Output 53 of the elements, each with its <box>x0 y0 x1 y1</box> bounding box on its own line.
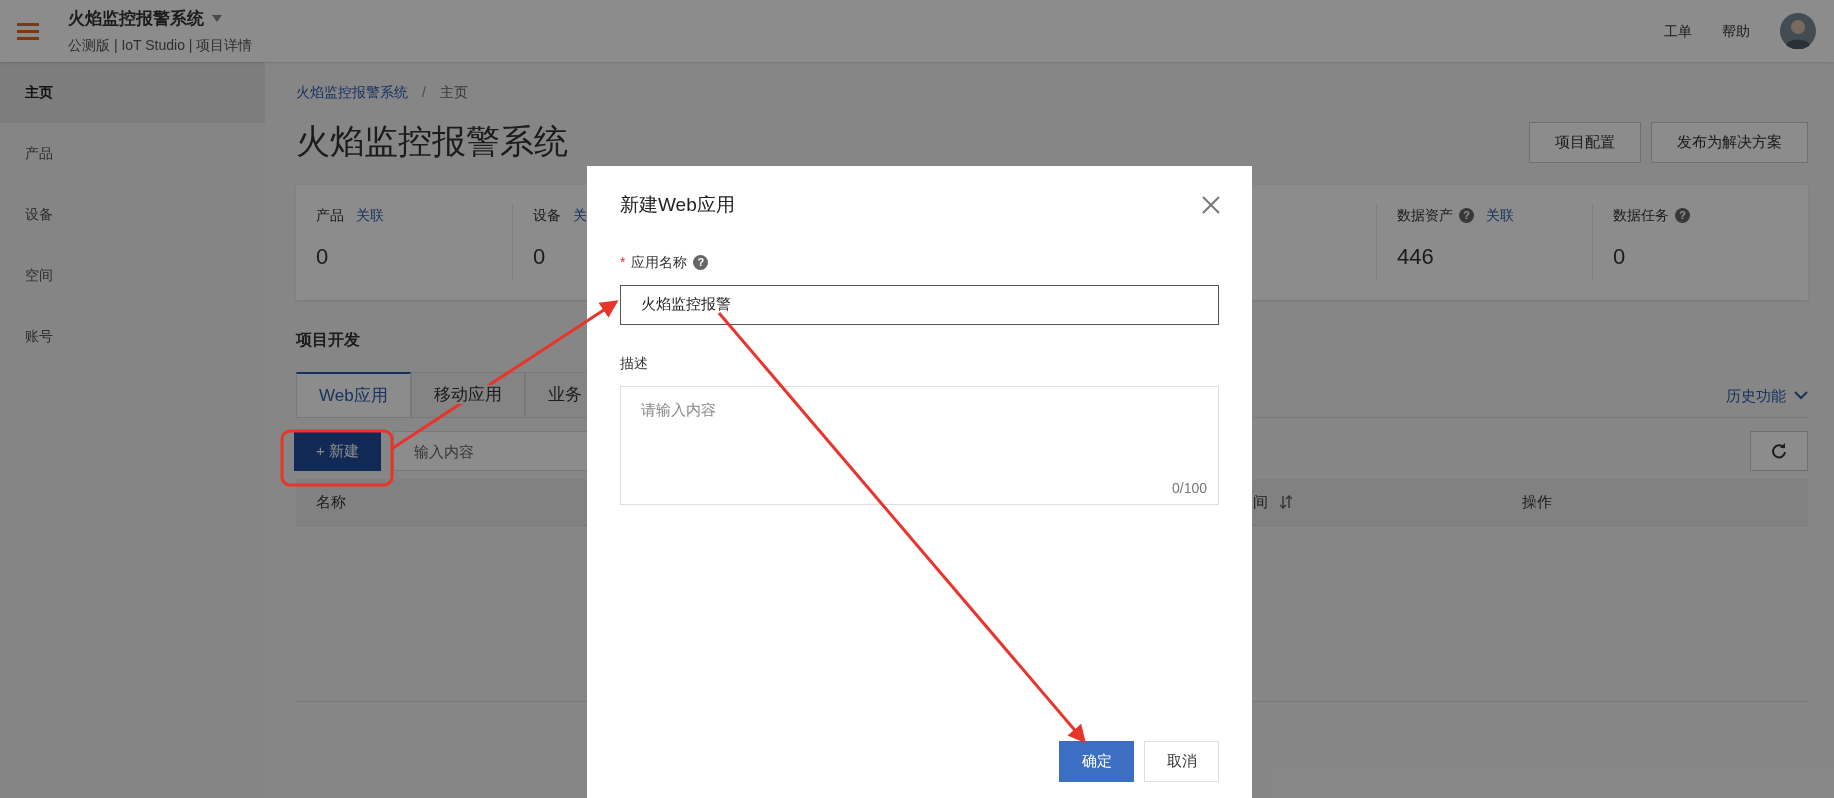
stat-link[interactable]: 关联 <box>356 205 384 226</box>
stat-value: 0 <box>533 243 546 271</box>
menu-icon[interactable] <box>17 22 39 40</box>
column-header: 间 <box>1253 491 1268 512</box>
help-icon[interactable]: ? <box>693 254 709 270</box>
required-mark: * <box>620 252 626 272</box>
refresh-icon <box>1771 443 1787 459</box>
header-link[interactable]: 工单 <box>1664 20 1692 42</box>
name-input[interactable]: 火焰监控报警 <box>620 284 1219 325</box>
sidebar-item[interactable]: 主页 <box>0 62 265 123</box>
field-label: 应用名称 <box>631 252 688 272</box>
column-header: 名称 <box>316 491 346 512</box>
stat-label: 数据任务 <box>1613 206 1669 225</box>
project-subtitle: 公测版 | IoT Studio | 项目详情 <box>68 36 253 56</box>
help-icon[interactable]: ? <box>1675 208 1690 223</box>
project-title[interactable]: 火焰监控报警系统 <box>68 5 204 32</box>
stat-link[interactable]: 关联 <box>1486 205 1514 226</box>
cancel-button[interactable]: 取消 <box>1144 741 1219 782</box>
stat-label: 设备 <box>533 206 561 225</box>
breadcrumb-current: 主页 <box>439 83 468 102</box>
breadcrumb-separator: / <box>422 83 426 102</box>
char-counter: 0/100 <box>1171 478 1207 498</box>
stat-label: 产品 <box>316 206 344 225</box>
action-button[interactable]: 发布为解决方案 <box>1651 122 1808 163</box>
stat-value: 446 <box>1397 243 1434 271</box>
new-button[interactable]: + 新建 <box>294 431 381 471</box>
tab[interactable]: Web应用 <box>296 372 411 417</box>
stat-label: 数据资产 <box>1397 206 1453 225</box>
sidebar-item[interactable]: 空间 <box>0 245 265 306</box>
sidebar-item[interactable]: 产品 <box>0 123 265 184</box>
stat-value: 0 <box>1613 243 1626 271</box>
history-link[interactable]: 历史功能 <box>1726 384 1808 407</box>
avatar-icon[interactable] <box>1780 13 1816 49</box>
section-title: 项目开发 <box>296 330 361 350</box>
header-link[interactable]: 帮助 <box>1722 20 1750 42</box>
stat-link[interactable]: 关 <box>573 205 587 226</box>
dialog-title: 新建Web应用 <box>620 193 735 217</box>
field-label: 描述 <box>620 353 648 373</box>
refresh-button[interactable] <box>1750 431 1808 471</box>
confirm-button[interactable]: 确定 <box>1059 741 1134 782</box>
caret-icon[interactable] <box>212 15 222 22</box>
close-icon[interactable] <box>1201 195 1221 216</box>
action-button[interactable]: 项目配置 <box>1529 122 1641 163</box>
sidebar-item[interactable]: 账号 <box>0 306 265 367</box>
sort-icon[interactable] <box>1280 495 1292 509</box>
page-title: 火焰监控报警系统 <box>296 121 568 162</box>
column-header: 操作 <box>1522 491 1552 512</box>
help-icon[interactable]: ? <box>1459 208 1474 223</box>
sidebar-item[interactable]: 设备 <box>0 184 265 245</box>
tab[interactable]: 移动应用 <box>410 372 525 417</box>
chevron-down-icon <box>1794 391 1808 401</box>
stat-value: 0 <box>316 243 329 271</box>
breadcrumb-link[interactable]: 火焰监控报警系统 <box>296 82 408 103</box>
